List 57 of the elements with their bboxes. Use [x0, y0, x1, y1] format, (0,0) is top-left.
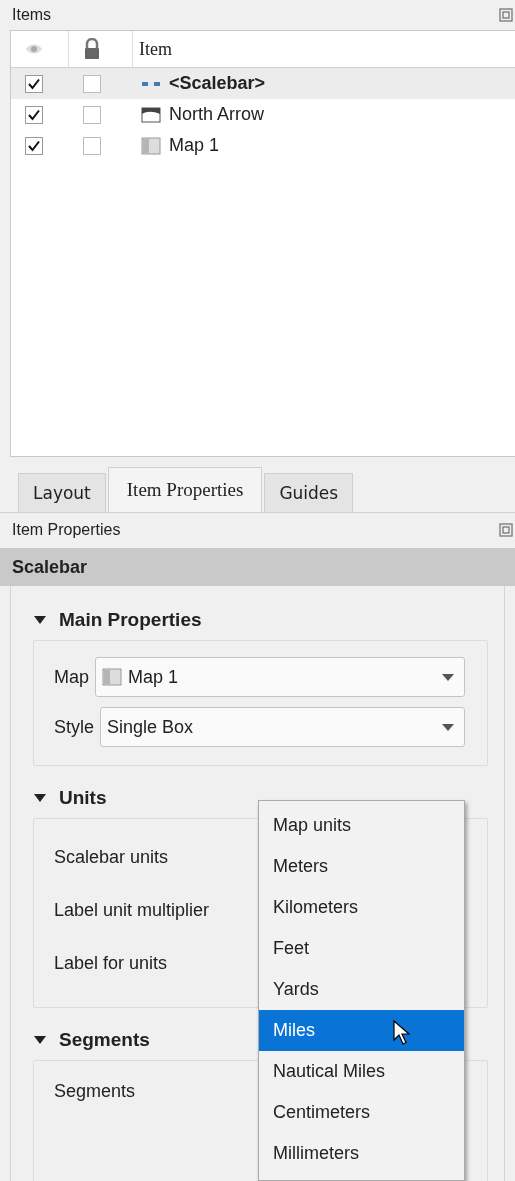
group-header[interactable]: Units [33, 784, 107, 812]
menu-option[interactable]: Millimeters [259, 1133, 464, 1174]
panel-title: Item Properties [12, 521, 121, 539]
collapse-icon [33, 615, 47, 625]
picture-icon [141, 106, 161, 123]
group-header[interactable]: Main Properties [33, 606, 202, 634]
menu-option[interactable]: Nautical Miles [259, 1051, 464, 1092]
item-header: Scalebar [0, 548, 515, 586]
lock-checkbox[interactable] [83, 136, 101, 155]
visibility-checkbox[interactable] [25, 136, 43, 155]
menu-option[interactable]: Yards [259, 969, 464, 1010]
tab[interactable]: Layout [18, 473, 106, 512]
list-row[interactable]: <Scalebar> [11, 68, 515, 99]
menu-option[interactable]: Miles [259, 1010, 464, 1051]
field-label: Label for units [54, 953, 168, 974]
float-icon [499, 523, 513, 537]
field-label: Map [54, 666, 89, 688]
dropdown-arrow-icon [442, 673, 454, 681]
dropdown[interactable]: Map 1 [95, 657, 465, 697]
field-label: Scalebar units [54, 847, 169, 868]
lock-icon [83, 38, 101, 60]
menu-option[interactable]: Feet [259, 928, 464, 969]
collapse-icon [33, 793, 47, 803]
collapse-icon [33, 1035, 47, 1045]
menu-option[interactable]: Kilometers [259, 887, 464, 928]
visibility-checkbox[interactable] [25, 105, 43, 124]
visibility-checkbox[interactable] [25, 74, 43, 93]
tab[interactable]: Guides [264, 473, 354, 512]
float-icon [499, 8, 513, 22]
item-label: North Arrow [169, 104, 265, 125]
field-label: Style [54, 716, 95, 738]
list-row[interactable]: North Arrow [11, 99, 515, 130]
list-row[interactable]: Map 1 [11, 130, 515, 161]
dropdown-value: Single Box [107, 716, 195, 738]
field-label: Label unit multiplier [54, 900, 210, 921]
dropdown-value: Map 1 [128, 666, 180, 688]
map-icon [102, 668, 122, 686]
menu-option[interactable]: Centimeters [259, 1092, 464, 1133]
dropdown-arrow-icon [442, 723, 454, 731]
field-label: Segments [54, 1081, 136, 1102]
eye-icon [25, 42, 43, 56]
group-title: Units [59, 787, 107, 809]
map-icon [141, 136, 161, 155]
menu-option[interactable]: Map units [259, 805, 464, 846]
item-label: Map 1 [169, 135, 220, 156]
group-title: Segments [59, 1029, 150, 1051]
column-header[interactable]: Item [133, 31, 515, 67]
cursor-icon [393, 1020, 411, 1046]
item-label: <Scalebar> [169, 73, 266, 94]
lock-checkbox[interactable] [83, 74, 101, 93]
group-title: Main Properties [59, 609, 202, 631]
tab[interactable]: Item Properties [107, 467, 263, 512]
group-header[interactable]: Segments [33, 1026, 150, 1054]
lock-checkbox[interactable] [83, 105, 101, 124]
panel-title: Items [12, 6, 52, 24]
menu-option[interactable]: Meters [259, 846, 464, 887]
dropdown[interactable]: Single Box [100, 707, 465, 747]
